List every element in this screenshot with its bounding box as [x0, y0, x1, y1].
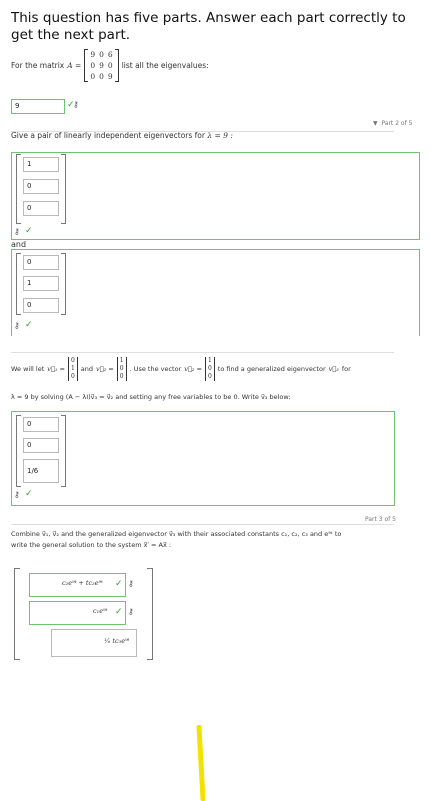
key-icon[interactable]: ⚷	[14, 321, 20, 330]
key-icon[interactable]: ⚷	[128, 579, 134, 588]
v2-vector: 100	[116, 357, 127, 381]
matrix-cell: 9	[107, 72, 113, 81]
solution-row-2-input[interactable]	[29, 601, 126, 625]
v3-label: v⃗₃	[328, 365, 339, 373]
matrix-cell: 0	[107, 61, 113, 70]
bracket-right	[61, 154, 66, 224]
v1-vector: 010	[67, 357, 78, 381]
key-icon[interactable]: ⚷	[14, 490, 20, 499]
vec2-input[interactable]: 1	[23, 276, 59, 291]
part4-text: . Use the vector	[129, 365, 182, 373]
part-indicator-label: Part 2 of 5	[381, 120, 413, 127]
generalized-eigenvector-box	[11, 411, 395, 506]
check-icon: ✓	[25, 226, 33, 236]
matrix-cell: 0	[90, 72, 96, 81]
vec-cell: 1	[119, 357, 124, 364]
vec-cell: 1	[207, 357, 212, 364]
part4-text: We will let	[11, 365, 45, 373]
bracket-right	[147, 568, 153, 660]
part4-line2: λ = 9 by solving (A − λI)v⃗₃ = v⃗₂ and s…	[11, 393, 291, 401]
matrix-cell: 0	[99, 72, 104, 81]
solution-row-3-text: ¹⁄₆ tc₃e⁹ᵗ	[104, 637, 130, 645]
v3-input[interactable]: 1/6	[23, 459, 59, 483]
part2-question: Give a pair of linearly independent eige…	[11, 131, 233, 140]
matrix-a: 906 090 009	[84, 49, 119, 82]
vec2-input[interactable]: 0	[23, 255, 59, 270]
v3-input[interactable]: 0	[23, 417, 59, 432]
bracket-left	[14, 568, 20, 660]
part1-prompt-post: list all the eigenvalues:	[121, 61, 209, 70]
vec-cell: 0	[70, 357, 75, 364]
v2b-vector: 100	[204, 357, 215, 381]
vec1-input[interactable]: 0	[23, 179, 59, 194]
bracket-left	[16, 415, 21, 487]
part2-prompt: Give a pair of linearly independent eige…	[11, 131, 205, 140]
matrix-cell: 0	[90, 61, 96, 70]
divider	[11, 352, 394, 353]
key-icon[interactable]: ⚷	[128, 607, 134, 616]
vec1-input[interactable]: 0	[23, 201, 59, 216]
part4-text: and	[80, 365, 94, 373]
v2b-label: v⃗₂ =	[184, 365, 202, 373]
part1-question: For the matrix A = 906 090 009 list all …	[11, 49, 311, 82]
matrix-cell: 0	[99, 50, 104, 59]
key-icon[interactable]: ⚷	[73, 100, 79, 109]
page-title: This question has five parts. Answer eac…	[11, 10, 406, 43]
part4-question: We will let v⃗₁ = 010 and v⃗₂ = 100 . Us…	[11, 357, 423, 381]
vec2-input[interactable]: 0	[23, 298, 59, 313]
bracket-left	[16, 154, 21, 224]
eigenvalue-input[interactable]: 9	[11, 99, 65, 114]
part-indicator: Part 3 of 5	[365, 516, 396, 523]
bracket-right	[61, 253, 66, 315]
lambda-label: λ = 9 :	[207, 131, 233, 140]
bracket-left	[16, 253, 21, 315]
matrix-cell: 9	[99, 61, 104, 70]
check-icon: ✓	[25, 489, 33, 499]
vec-cell: 0	[207, 373, 212, 380]
part5-prompt-line2: write the general solution to the system…	[11, 541, 172, 549]
part-indicator: ▼ Part 2 of 5	[373, 120, 413, 127]
eigenvector-1-box	[11, 152, 420, 240]
solution-row-2-text: c₁e⁹ᵗ	[93, 607, 108, 615]
vec-cell: 0	[70, 373, 75, 380]
part4-text: for	[341, 365, 351, 373]
part4-text: to find a generalized eigenvector	[217, 365, 326, 373]
matrix-var: A =	[67, 61, 82, 70]
vec-cell: 0	[119, 373, 124, 380]
bracket-right	[61, 415, 66, 487]
part1-prompt-pre: For the matrix	[11, 61, 65, 70]
v2-label: v⃗₂ =	[96, 365, 114, 373]
vec-cell: 1	[70, 365, 75, 372]
v3-input[interactable]: 0	[23, 438, 59, 453]
vec1-input[interactable]: 1	[23, 157, 59, 172]
key-icon[interactable]: ⚷	[14, 227, 20, 236]
v1-label: v⃗₁ =	[47, 365, 65, 373]
check-icon: ✓	[115, 607, 123, 617]
check-icon: ✓	[115, 579, 123, 589]
divider	[11, 524, 394, 525]
eigenvector-2-box	[11, 249, 420, 336]
vec-cell: 0	[119, 365, 124, 372]
solution-row-1-text: c₂e⁹ᵗ + tc₃e⁹ᵗ	[62, 579, 103, 587]
yellow-pen-mark	[196, 725, 206, 801]
matrix-cell: 9	[90, 50, 96, 59]
vec-cell: 0	[207, 365, 212, 372]
check-icon: ✓	[25, 320, 33, 330]
matrix-cell: 6	[107, 50, 113, 59]
part5-prompt-line1: Combine v⃗₁, v⃗₂ and the generalized eig…	[11, 530, 342, 538]
and-label: and	[11, 240, 27, 249]
